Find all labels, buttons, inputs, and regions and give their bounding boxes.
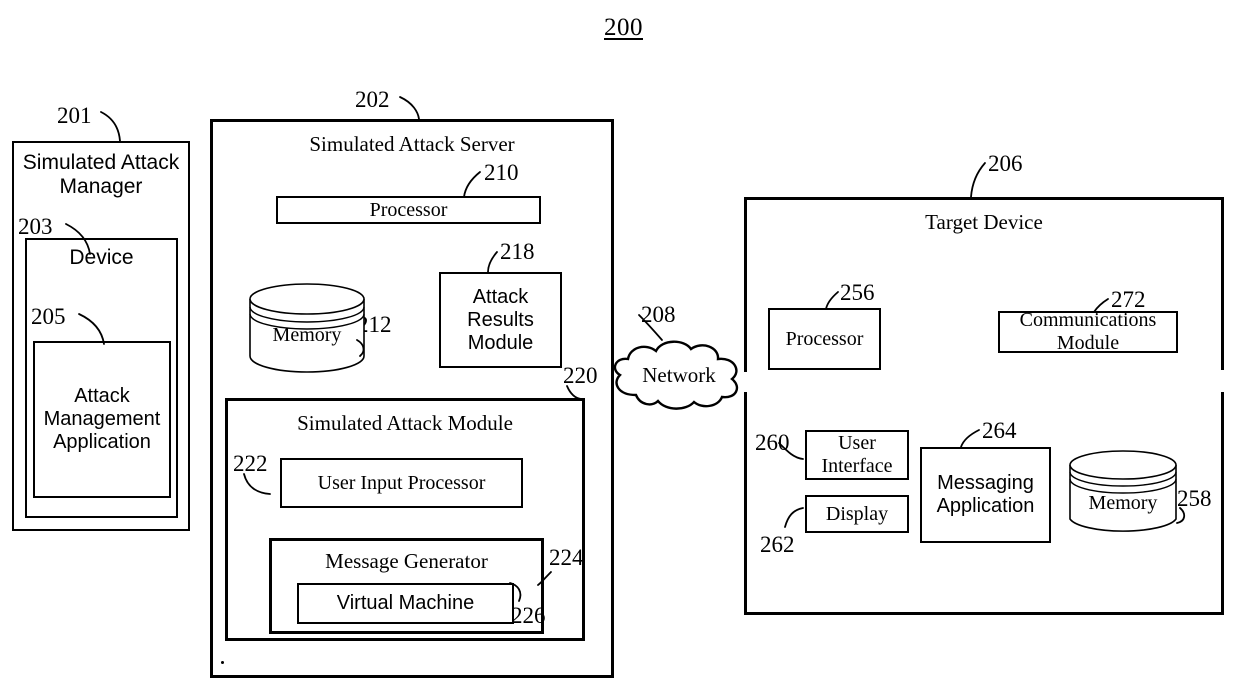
block-display-label: Display bbox=[825, 502, 889, 525]
ref-numeral-203: 203 bbox=[18, 214, 53, 239]
block-messaging-application-label: Messaging Application bbox=[936, 472, 1035, 517]
block-user-interface: User Interface bbox=[805, 430, 909, 480]
block-simulated-attack-server-label: Simulated Attack Server bbox=[309, 132, 515, 156]
ref-numeral-256: 256 bbox=[840, 280, 875, 305]
ref-numeral-201: 201 bbox=[57, 103, 92, 128]
ref-numeral-220: 220 bbox=[563, 363, 598, 388]
block-simulated-attack-manager-label: Simulated Attack Manager bbox=[22, 151, 180, 199]
ref-numeral-264: 264 bbox=[982, 418, 1017, 443]
cloud-network-label: Network bbox=[642, 363, 716, 387]
ref-numeral-224: 224 bbox=[549, 545, 584, 570]
block-target-device-label: Target Device bbox=[925, 210, 1043, 234]
ref-numeral-208: 208 bbox=[641, 302, 676, 327]
ref-numeral-205: 205 bbox=[31, 304, 66, 329]
block-server-memory-label: Memory bbox=[272, 324, 342, 346]
ref-numeral-206: 206 bbox=[988, 151, 1023, 176]
ref-numeral-210: 210 bbox=[484, 160, 519, 185]
block-virtual-machine-label: Virtual Machine bbox=[336, 592, 475, 614]
block-user-input-processor: User Input Processor bbox=[280, 458, 523, 508]
block-target-memory-label: Memory bbox=[1088, 492, 1158, 514]
block-target-processor: Processor bbox=[768, 308, 881, 370]
border-gap-right bbox=[1221, 370, 1227, 392]
figure-number: 200 bbox=[604, 14, 643, 41]
block-device-label: Device bbox=[69, 246, 134, 269]
block-communications-module: Communications Module bbox=[998, 309, 1178, 354]
ref-numeral-202: 202 bbox=[355, 87, 390, 112]
block-user-interface-label: User Interface bbox=[821, 432, 893, 477]
block-user-input-processor-label: User Input Processor bbox=[317, 471, 486, 494]
block-message-generator-label: Message Generator bbox=[325, 549, 488, 573]
border-gap-left bbox=[742, 372, 747, 392]
block-display: Display bbox=[805, 495, 909, 533]
block-attack-results-module-label: Attack Results Module bbox=[467, 285, 534, 354]
block-attack-management-application: Attack Management Application bbox=[33, 341, 171, 498]
stray-dot-artifact bbox=[221, 661, 224, 664]
block-simulated-attack-module-label: Simulated Attack Module bbox=[297, 411, 513, 435]
ref-numeral-262: 262 bbox=[760, 532, 795, 557]
ref-numeral-260: 260 bbox=[755, 430, 790, 455]
block-virtual-machine: Virtual Machine bbox=[297, 583, 514, 624]
block-messaging-application: Messaging Application bbox=[920, 447, 1051, 543]
block-target-device: Target Device bbox=[744, 197, 1224, 615]
ref-numeral-218: 218 bbox=[500, 239, 535, 264]
ref-numeral-226: 226 bbox=[511, 603, 546, 628]
figure-canvas: 200 201 Simulated Attack Manager 203 Dev… bbox=[0, 0, 1240, 689]
block-server-processor-label: Processor bbox=[369, 198, 448, 221]
block-communications-module-label: Communications Module bbox=[1019, 309, 1157, 354]
block-server-processor: Processor bbox=[276, 196, 541, 224]
block-attack-management-application-label: Attack Management Application bbox=[43, 385, 161, 453]
ref-numeral-272: 272 bbox=[1111, 287, 1146, 312]
ref-numeral-258: 258 bbox=[1177, 486, 1212, 511]
ref-numeral-222: 222 bbox=[233, 451, 268, 476]
block-target-processor-label: Processor bbox=[785, 327, 864, 350]
block-attack-results-module: Attack Results Module bbox=[439, 272, 562, 368]
